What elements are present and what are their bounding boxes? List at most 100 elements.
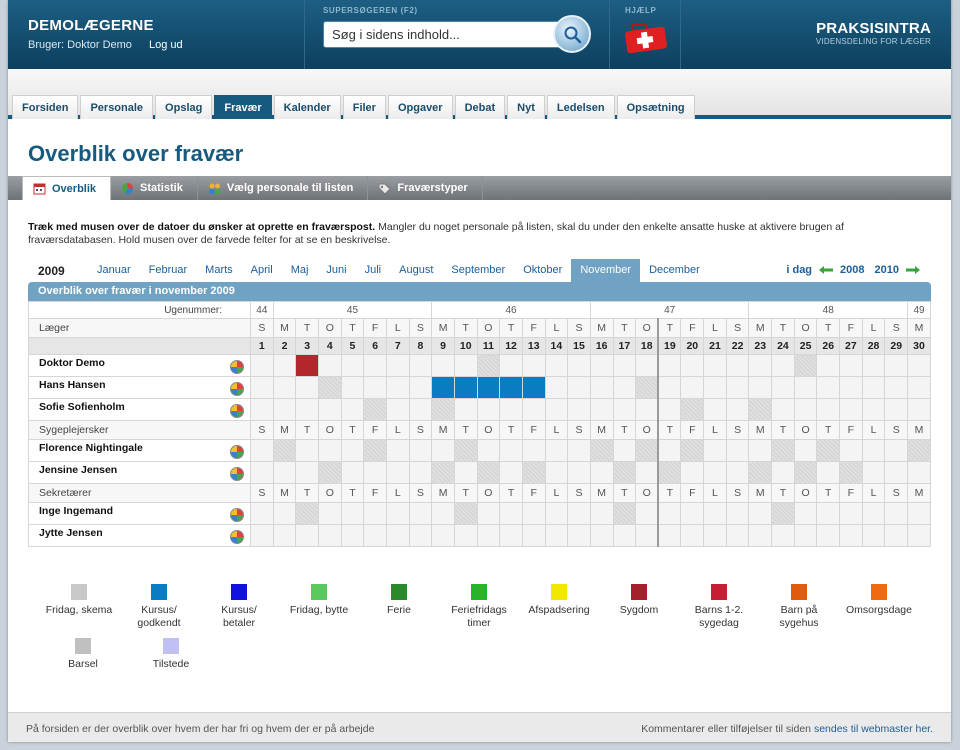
day-cell[interactable]	[771, 354, 795, 377]
day-cell[interactable]	[272, 461, 297, 484]
day-cell[interactable]	[453, 354, 478, 377]
nav-tab[interactable]: Opslag	[155, 95, 213, 119]
day-cell[interactable]	[884, 524, 909, 547]
search-input[interactable]	[323, 21, 563, 48]
day-cell[interactable]	[431, 461, 455, 484]
day-cell[interactable]	[703, 502, 727, 525]
day-cell[interactable]	[907, 398, 931, 421]
person-stats-icon[interactable]	[230, 382, 244, 396]
day-cell[interactable]	[363, 524, 387, 547]
day-cell[interactable]	[385, 461, 410, 484]
day-cell[interactable]	[703, 376, 727, 399]
day-cell[interactable]	[612, 376, 637, 399]
day-cell[interactable]	[476, 461, 501, 484]
day-cell[interactable]	[363, 376, 387, 399]
day-cell[interactable]	[680, 524, 705, 547]
day-cell[interactable]	[295, 461, 319, 484]
day-cell[interactable]	[839, 524, 863, 547]
day-cell[interactable]	[612, 398, 637, 421]
day-cell[interactable]	[272, 439, 297, 462]
day-cell[interactable]	[589, 376, 614, 399]
day-cell[interactable]	[816, 398, 841, 421]
day-cell[interactable]	[250, 439, 274, 462]
day-cell[interactable]	[408, 376, 433, 399]
day-cell[interactable]	[385, 502, 410, 525]
day-cell[interactable]	[861, 398, 886, 421]
day-cell[interactable]	[363, 398, 387, 421]
day-cell[interactable]	[861, 502, 886, 525]
day-cell[interactable]	[499, 439, 523, 462]
day-cell[interactable]	[544, 524, 569, 547]
subtab-vælg[interactable]: Vælg personale til listen	[198, 176, 369, 200]
day-cell[interactable]	[748, 398, 773, 421]
day-cell[interactable]	[635, 376, 659, 399]
day-cell[interactable]	[544, 398, 569, 421]
first-aid-kit-icon[interactable]	[624, 22, 670, 54]
day-cell[interactable]	[793, 524, 818, 547]
day-cell[interactable]	[408, 439, 433, 462]
person-stats-icon[interactable]	[230, 508, 244, 522]
day-cell[interactable]	[340, 461, 365, 484]
day-cell[interactable]	[272, 376, 297, 399]
month-link[interactable]: Juli	[356, 259, 391, 282]
day-cell[interactable]	[703, 461, 727, 484]
day-cell[interactable]	[589, 398, 614, 421]
day-cell[interactable]	[431, 524, 455, 547]
month-link[interactable]: December	[640, 259, 709, 282]
month-link[interactable]: Januar	[88, 259, 140, 282]
day-cell[interactable]	[703, 524, 727, 547]
day-cell[interactable]	[567, 398, 591, 421]
day-cell[interactable]	[612, 461, 637, 484]
day-cell[interactable]	[521, 354, 546, 377]
month-link[interactable]: August	[390, 259, 442, 282]
day-cell[interactable]	[725, 461, 750, 484]
day-cell[interactable]	[771, 502, 795, 525]
day-cell[interactable]	[476, 502, 501, 525]
day-cell[interactable]	[408, 502, 433, 525]
day-cell[interactable]	[476, 439, 501, 462]
next-year-link[interactable]: 2010	[875, 264, 899, 276]
day-cell[interactable]	[544, 461, 569, 484]
day-cell[interactable]	[657, 398, 682, 421]
day-cell[interactable]	[816, 376, 841, 399]
day-cell[interactable]	[272, 524, 297, 547]
day-cell[interactable]	[816, 524, 841, 547]
day-cell[interactable]	[317, 524, 342, 547]
person-stats-icon[interactable]	[230, 467, 244, 481]
day-cell[interactable]	[272, 398, 297, 421]
day-cell[interactable]	[476, 354, 501, 377]
day-cell[interactable]	[250, 398, 274, 421]
day-cell[interactable]	[703, 439, 727, 462]
logout-link[interactable]: Log ud	[149, 39, 183, 51]
day-cell[interactable]	[816, 439, 841, 462]
day-cell[interactable]	[703, 354, 727, 377]
day-cell[interactable]	[793, 502, 818, 525]
person-stats-icon[interactable]	[230, 360, 244, 374]
day-cell[interactable]	[861, 376, 886, 399]
day-cell[interactable]	[635, 461, 659, 484]
day-cell[interactable]	[635, 524, 659, 547]
webmaster-link[interactable]: sendes til webmaster her.	[814, 723, 933, 735]
day-cell[interactable]	[340, 354, 365, 377]
person-stats-icon[interactable]	[230, 445, 244, 459]
day-cell[interactable]	[499, 502, 523, 525]
day-cell[interactable]	[250, 354, 274, 377]
day-cell[interactable]	[385, 439, 410, 462]
day-cell[interactable]	[250, 461, 274, 484]
day-cell[interactable]	[907, 524, 931, 547]
absence-cell[interactable]	[521, 376, 546, 399]
nav-tab[interactable]: Fravær	[214, 95, 272, 119]
day-cell[interactable]	[453, 524, 478, 547]
day-cell[interactable]	[839, 439, 863, 462]
day-cell[interactable]	[431, 354, 455, 377]
absence-cell[interactable]	[431, 376, 455, 399]
day-cell[interactable]	[884, 398, 909, 421]
day-cell[interactable]	[725, 398, 750, 421]
day-cell[interactable]	[635, 398, 659, 421]
day-cell[interactable]	[431, 439, 455, 462]
day-cell[interactable]	[567, 461, 591, 484]
day-cell[interactable]	[839, 398, 863, 421]
day-cell[interactable]	[363, 461, 387, 484]
day-cell[interactable]	[839, 502, 863, 525]
day-cell[interactable]	[453, 439, 478, 462]
